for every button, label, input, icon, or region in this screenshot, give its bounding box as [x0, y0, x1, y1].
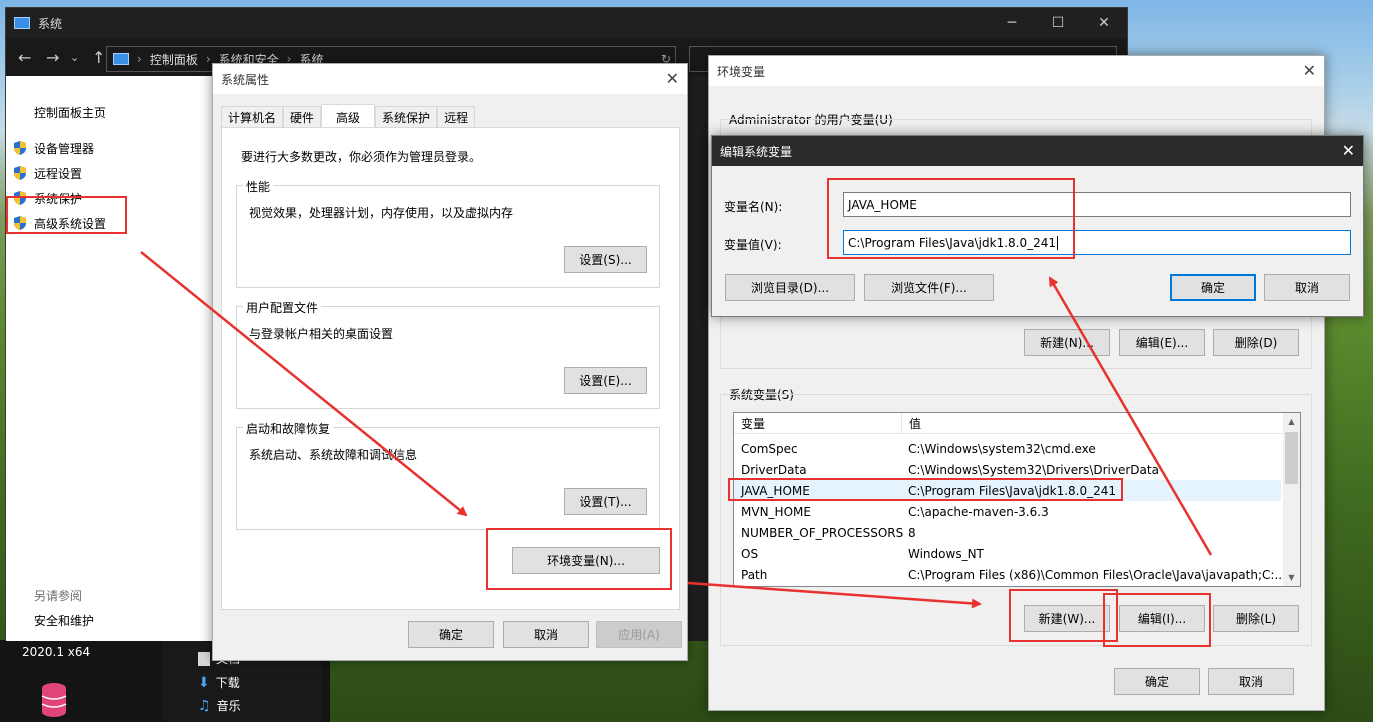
arrow-to-edit-dialog	[1048, 276, 1213, 556]
arrow-to-new-button	[687, 581, 982, 609]
annotation-arrows	[140, 251, 1213, 609]
arrow-to-env-vars	[140, 251, 468, 517]
